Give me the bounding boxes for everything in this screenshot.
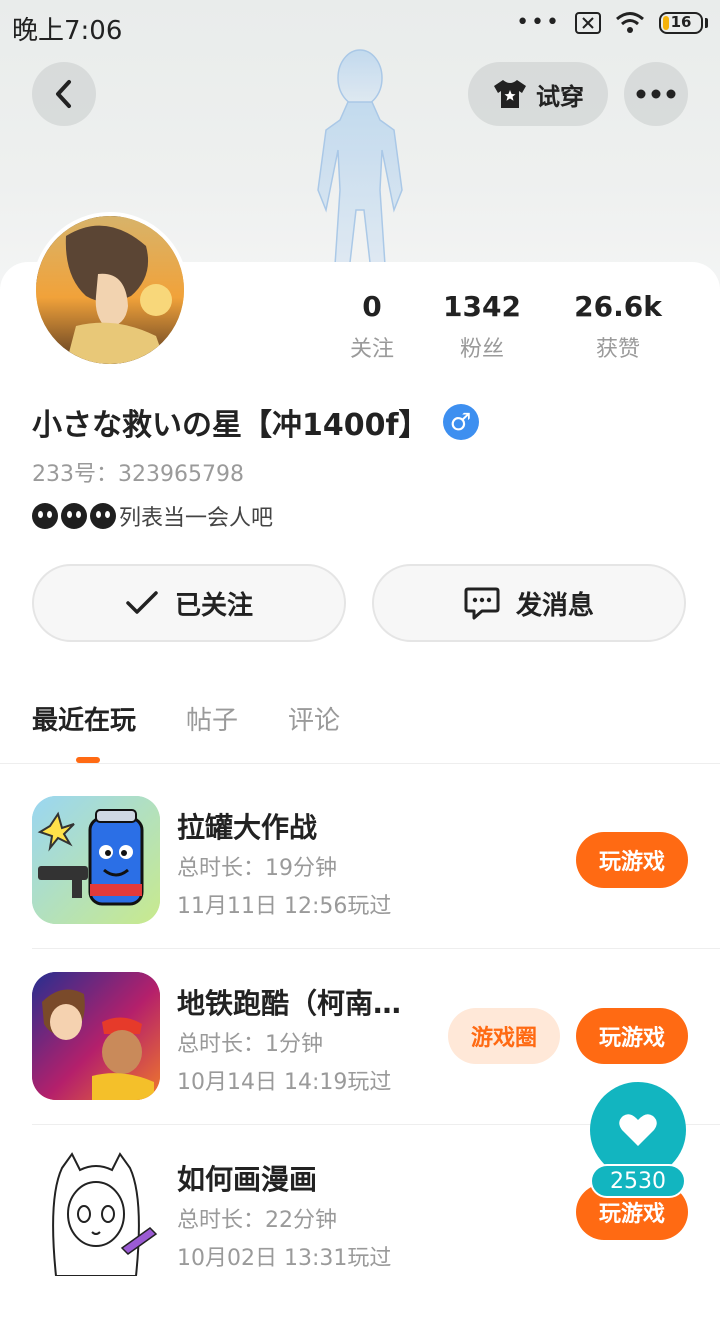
gender-male-icon: ♂ xyxy=(442,404,479,440)
game-duration: 总时长：19分钟 xyxy=(177,856,337,881)
status-bar: 晚上7:06 ••• 16 xyxy=(0,0,720,52)
stat-followers[interactable]: 1342 粉丝 xyxy=(414,290,550,363)
avatar-3d-figure xyxy=(317,49,403,280)
profile-tabs: 最近在玩 帖子 评论 xyxy=(32,700,340,737)
status-icons: ••• 16 xyxy=(516,10,708,35)
play-game-button[interactable]: 玩游戏 xyxy=(576,1008,688,1064)
game-title: 拉罐大作战 xyxy=(177,811,318,844)
chevron-left-icon xyxy=(56,80,71,108)
send-message-label: 发消息 xyxy=(515,590,594,621)
user-bio: 列表当一会人吧 xyxy=(32,500,273,532)
tabs-divider xyxy=(0,763,720,764)
like-count: 2530 xyxy=(590,1164,686,1198)
more-dots-icon xyxy=(636,89,676,99)
emoji-icon xyxy=(61,503,87,529)
try-on-button[interactable]: 试穿 xyxy=(468,62,608,126)
followed-label: 已关注 xyxy=(174,590,253,621)
game-duration: 总时长：1分钟 xyxy=(177,1032,323,1057)
username-text: 小さな救いの星【冲1400f】 xyxy=(32,408,429,443)
game-title: 地铁跑酷（柯南联… xyxy=(177,987,427,1020)
stat-likes[interactable]: 26.6k 获赞 xyxy=(550,290,686,363)
tab-recently-played[interactable]: 最近在玩 xyxy=(32,700,136,737)
chat-bubble-icon xyxy=(464,587,500,620)
tshirt-icon xyxy=(494,80,526,108)
game-list-item[interactable]: 拉罐大作战 总时长：19分钟 11月11日 12:56玩过 玩游戏 xyxy=(32,796,720,972)
stat-value: 26.6k xyxy=(574,290,662,323)
game-title: 如何画漫画 xyxy=(177,1163,318,1196)
user-avatar[interactable] xyxy=(32,212,188,368)
username: 小さな救いの星【冲1400f】 ♂ xyxy=(32,400,479,444)
game-duration: 总时长：22分钟 xyxy=(177,1208,337,1233)
game-icon-la-guan xyxy=(32,796,160,924)
emoji-icon xyxy=(32,503,58,529)
tab-comments[interactable]: 评论 xyxy=(288,700,340,737)
list-divider xyxy=(32,948,720,949)
game-last-played: 10月02日 13:31玩过 xyxy=(177,1246,392,1271)
checkmark-icon xyxy=(126,591,158,614)
bio-text: 列表当一会人吧 xyxy=(119,506,274,531)
stat-value: 0 xyxy=(362,290,382,323)
game-last-played: 10月14日 14:19玩过 xyxy=(177,1070,392,1095)
battery-icon: 16 xyxy=(659,11,708,34)
try-on-label: 试穿 xyxy=(536,82,584,111)
sim-disabled-icon xyxy=(575,11,601,34)
stat-label: 关注 xyxy=(349,337,394,362)
game-icon-subway-surfers xyxy=(32,972,160,1100)
game-icon-how-to-draw-manga xyxy=(32,1148,160,1276)
followed-button[interactable]: 已关注 xyxy=(32,564,346,642)
user-id: 233号：323965798 xyxy=(32,462,244,487)
game-last-played: 11月11日 12:56玩过 xyxy=(177,894,392,919)
play-game-button[interactable]: 玩游戏 xyxy=(576,832,688,888)
tab-posts[interactable]: 帖子 xyxy=(186,700,238,737)
back-button[interactable] xyxy=(32,62,96,126)
stat-following[interactable]: 0 关注 xyxy=(330,290,414,363)
avatar-illustration xyxy=(36,216,184,364)
profile-stats: 0 关注 1342 粉丝 26.6k 获赞 xyxy=(330,290,710,363)
emoji-icon xyxy=(90,503,116,529)
heart-icon xyxy=(619,1114,657,1146)
stat-label: 粉丝 xyxy=(459,337,504,362)
wifi-icon xyxy=(616,11,644,33)
stat-value: 1342 xyxy=(443,290,521,323)
stat-label: 获赞 xyxy=(595,337,640,362)
more-notifications-icon: ••• xyxy=(516,10,561,35)
status-time: 晚上7:06 xyxy=(12,16,123,46)
more-options-button[interactable] xyxy=(624,62,688,126)
game-circle-button[interactable]: 游戏圈 xyxy=(448,1008,560,1064)
send-message-button[interactable]: 发消息 xyxy=(372,564,686,642)
